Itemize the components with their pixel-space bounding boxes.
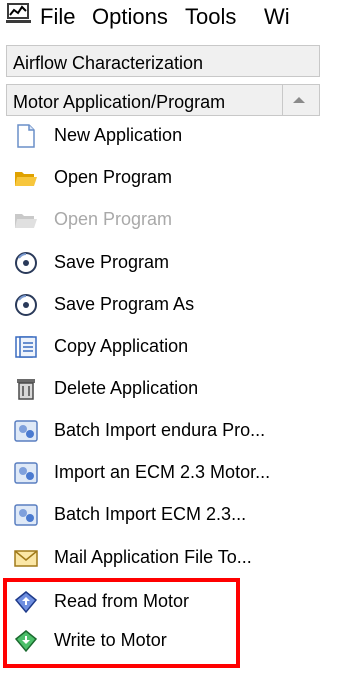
item-save-program-as[interactable]: Save Program As <box>10 285 314 325</box>
item-new-application[interactable]: New Application <box>10 116 314 156</box>
import-icon <box>14 461 38 485</box>
item-open-program-disabled: Open Program <box>10 200 314 240</box>
copy-document-icon <box>14 335 38 359</box>
item-copy-application[interactable]: Copy Application <box>10 327 314 367</box>
delete-bin-icon <box>14 377 38 401</box>
section-airflow-characterization[interactable]: Airflow Characterization <box>6 45 320 77</box>
menu-bar: File Options Tools Wi <box>0 0 354 36</box>
save-disc-icon <box>14 251 38 275</box>
item-label: Open Program <box>54 209 173 229</box>
new-document-icon <box>14 124 38 148</box>
collapse-section-button[interactable] <box>282 85 314 115</box>
item-delete-application[interactable]: Delete Application <box>10 369 314 409</box>
item-save-program[interactable]: Save Program <box>10 243 314 283</box>
item-label: Batch Import ECM 2.3... <box>54 504 247 524</box>
menu-options[interactable]: Options <box>92 4 168 30</box>
item-label: Open Program <box>54 167 173 187</box>
batch-import-icon <box>14 419 38 443</box>
section-label: Motor Application/Program <box>13 92 226 112</box>
folder-open-icon <box>14 208 38 232</box>
item-label: Save Program As <box>54 294 195 314</box>
highlight-annotation-box <box>3 578 240 668</box>
folder-open-icon <box>14 166 38 190</box>
mail-envelope-icon <box>14 546 38 570</box>
menu-window[interactable]: Wi <box>264 4 290 30</box>
item-batch-import-ecm[interactable]: Batch Import ECM 2.3... <box>10 495 314 535</box>
item-label: Mail Application File To... <box>54 547 252 567</box>
batch-import-icon <box>14 503 38 527</box>
item-label: Import an ECM 2.3 Motor... <box>54 462 271 482</box>
item-label: Delete Application <box>54 378 199 398</box>
panel-edge <box>322 36 354 673</box>
menu-tools[interactable]: Tools <box>185 4 236 30</box>
menu-file[interactable]: File <box>40 4 75 30</box>
item-batch-import-endura[interactable]: Batch Import endura Pro... <box>10 411 314 451</box>
app-icon[interactable] <box>6 2 32 24</box>
item-label: Save Program <box>54 252 170 272</box>
save-disc-icon <box>14 293 38 317</box>
item-mail-application-file[interactable]: Mail Application File To... <box>10 538 314 578</box>
item-label: Copy Application <box>54 336 189 356</box>
item-import-ecm-motor[interactable]: Import an ECM 2.3 Motor... <box>10 453 314 493</box>
item-open-program[interactable]: Open Program <box>10 158 314 198</box>
section-motor-application-program[interactable]: Motor Application/Program <box>6 84 320 116</box>
item-label: Batch Import endura Pro... <box>54 420 266 440</box>
item-label: New Application <box>54 125 183 145</box>
